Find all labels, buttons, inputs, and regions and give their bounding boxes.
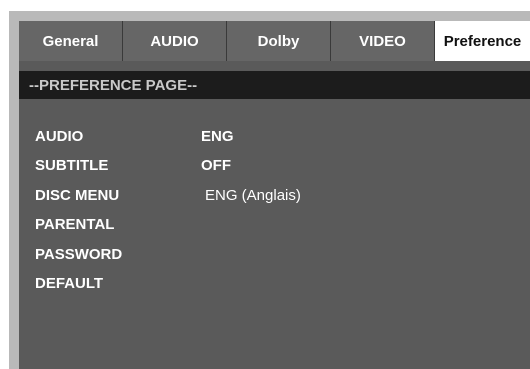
setting-row-parental[interactable]: PARENTAL: [19, 212, 530, 236]
setting-row-password[interactable]: PASSWORD: [19, 242, 530, 266]
tab-general[interactable]: General: [19, 21, 123, 61]
setup-menu-panel: General AUDIO Dolby VIDEO Preference --P…: [19, 21, 530, 369]
setting-value: OFF: [201, 156, 231, 174]
setting-row-audio[interactable]: AUDIO ENG: [19, 124, 530, 148]
setting-label: AUDIO: [35, 127, 84, 145]
setting-row-default[interactable]: DEFAULT: [19, 271, 530, 295]
setting-value: ENG: [201, 127, 234, 145]
setting-label: DISC MENU: [35, 186, 120, 204]
setting-value: ENG (Anglais): [205, 186, 301, 204]
setting-label: DEFAULT: [35, 274, 104, 292]
tab-bar: General AUDIO Dolby VIDEO Preference: [19, 21, 530, 61]
setting-label: PASSWORD: [35, 245, 123, 263]
setting-row-disc-menu[interactable]: DISC MENU ENG (Anglais): [19, 183, 530, 207]
tab-audio[interactable]: AUDIO: [123, 21, 227, 61]
menu-frame: General AUDIO Dolby VIDEO Preference --P…: [9, 11, 530, 369]
page-title: --PREFERENCE PAGE--: [19, 71, 530, 99]
tab-dolby[interactable]: Dolby: [227, 21, 331, 61]
setting-label: PARENTAL: [35, 215, 115, 233]
tab-preference[interactable]: Preference: [435, 21, 530, 61]
setting-label: SUBTITLE: [35, 156, 109, 174]
setting-row-subtitle[interactable]: SUBTITLE OFF: [19, 153, 530, 177]
tab-video[interactable]: VIDEO: [331, 21, 435, 61]
